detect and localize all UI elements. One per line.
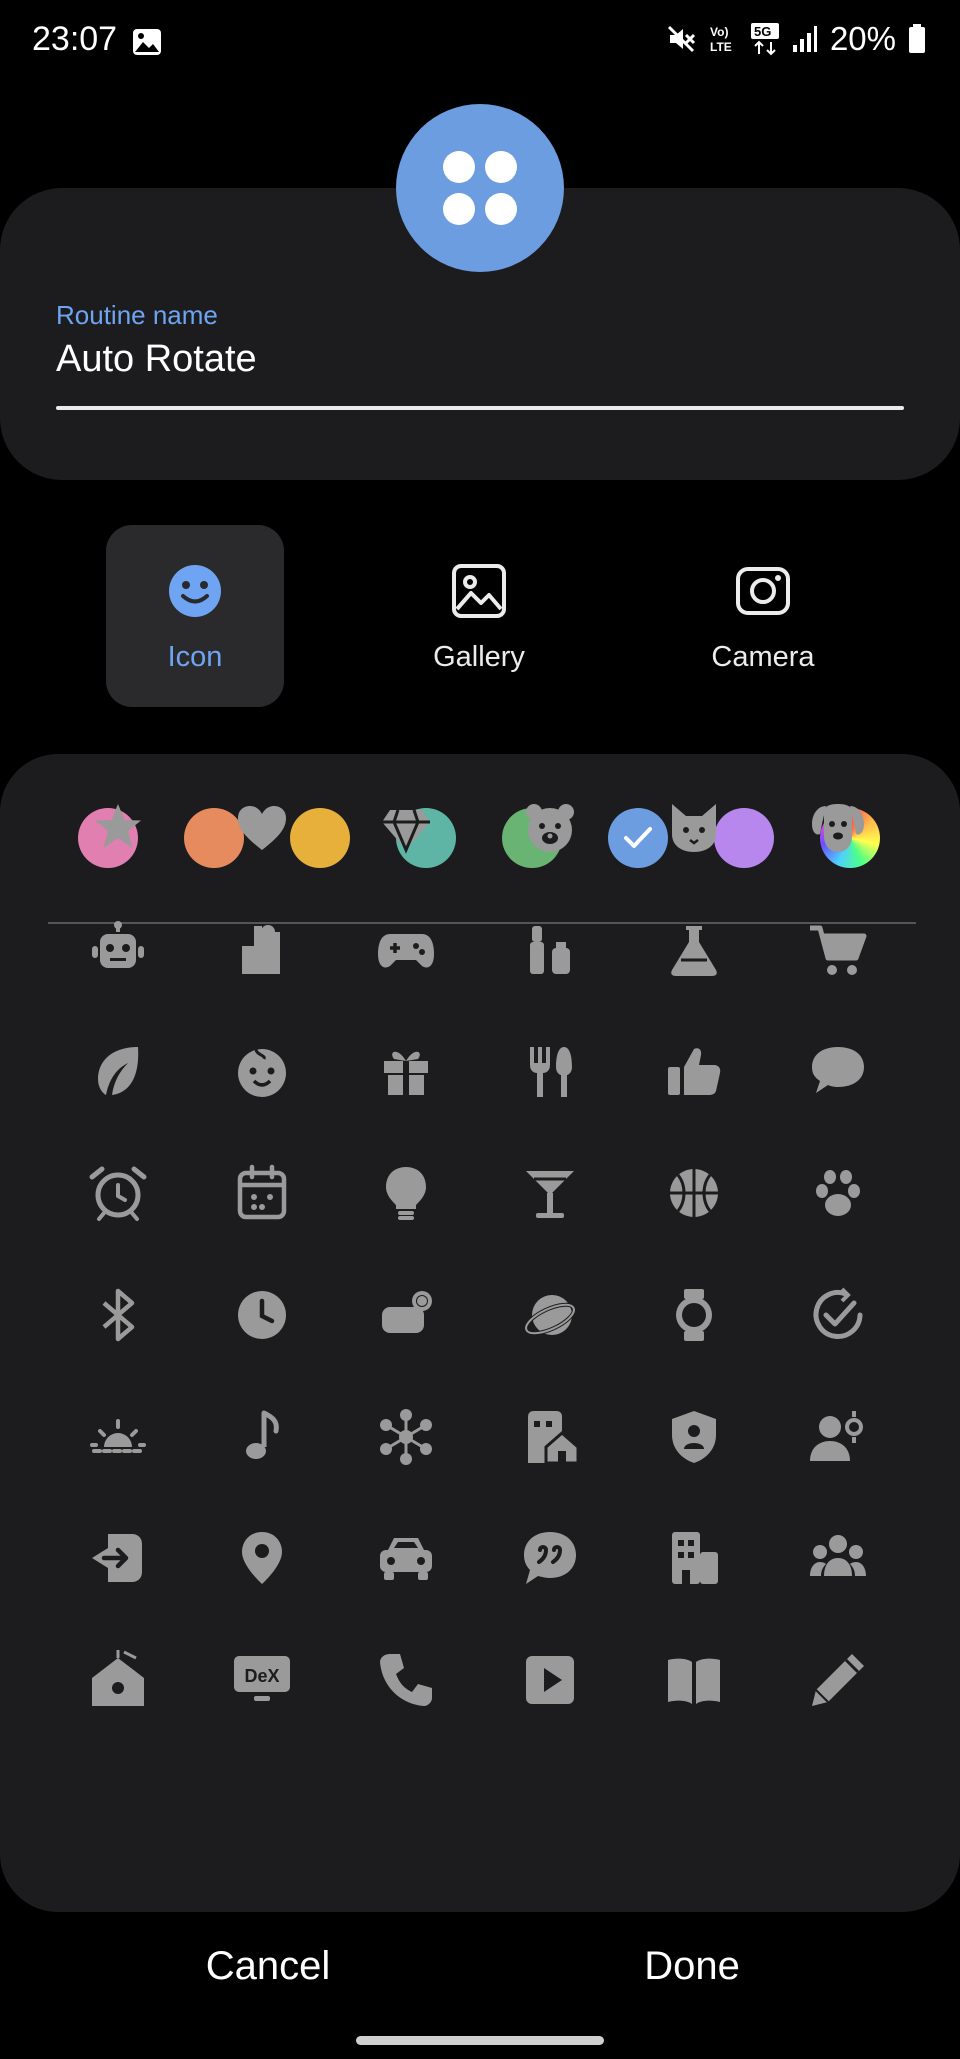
cosmetics-icon[interactable] — [520, 920, 580, 980]
routine-icon-dot — [485, 193, 517, 225]
exit-arrow-icon[interactable] — [88, 1528, 148, 1588]
star-icon[interactable] — [88, 798, 148, 858]
battery-percent: 20% — [829, 20, 896, 57]
routine-icon-preview[interactable] — [396, 104, 564, 272]
chat-bubble-icon[interactable] — [808, 1041, 868, 1101]
leaf-icon[interactable] — [88, 1041, 148, 1101]
color-swatch[interactable] — [608, 808, 668, 868]
dex-icon[interactable]: DeX — [232, 1650, 292, 1710]
cat-icon[interactable] — [664, 798, 724, 858]
planet-icon[interactable] — [520, 1285, 580, 1345]
signal-icon — [792, 26, 817, 52]
icon-picker-panel: DeX — [0, 754, 960, 1912]
puzzle-icon[interactable] — [232, 920, 292, 980]
home-bell-icon[interactable] — [88, 1649, 148, 1710]
person-settings-icon[interactable] — [808, 1407, 868, 1467]
routine-icon-dot — [443, 151, 475, 183]
pencil-icon[interactable] — [808, 1650, 868, 1710]
robot-icon[interactable] — [88, 920, 148, 980]
gallery-notification-icon — [133, 29, 161, 55]
svg-text:DeX: DeX — [244, 1666, 279, 1686]
routine-icon-dot — [443, 193, 475, 225]
fork-knife-icon[interactable] — [520, 1041, 580, 1101]
clock-icon[interactable] — [232, 1285, 292, 1345]
routine-name-label: Routine name — [56, 300, 218, 330]
camera-icon — [736, 567, 790, 615]
tab-icon[interactable]: Icon — [106, 525, 284, 707]
status-bar: 23:07 Vo) LTE 5G 20% — [0, 0, 960, 84]
alarm-icon[interactable] — [88, 1163, 148, 1223]
routine-name-underline — [56, 406, 904, 410]
shield-person-icon[interactable] — [664, 1407, 724, 1467]
baby-icon[interactable] — [232, 1041, 292, 1101]
tab-camera[interactable]: Camera — [674, 525, 852, 707]
toggle-icon[interactable] — [376, 1285, 436, 1345]
bluetooth-icon[interactable] — [88, 1285, 148, 1345]
color-swatch[interactable] — [290, 808, 350, 868]
calendar-icon[interactable] — [232, 1163, 292, 1223]
cocktail-icon[interactable] — [520, 1163, 580, 1223]
dog-icon[interactable] — [808, 798, 868, 858]
tab-camera-label: Camera — [711, 641, 815, 673]
heart-icon[interactable] — [232, 798, 292, 858]
music-note-icon[interactable] — [232, 1407, 292, 1467]
paw-icon[interactable] — [808, 1163, 868, 1223]
play-icon[interactable] — [520, 1650, 580, 1710]
lightbulb-icon[interactable] — [376, 1163, 436, 1223]
svg-text:LTE: LTE — [710, 40, 732, 54]
cancel-button[interactable]: Cancel — [118, 1944, 418, 1989]
tab-gallery-label: Gallery — [433, 641, 525, 673]
smiley-icon — [169, 565, 221, 617]
thumbs-up-icon[interactable] — [664, 1041, 724, 1101]
svg-text:Vo): Vo) — [710, 25, 728, 39]
tab-icon-label: Icon — [167, 641, 223, 673]
flask-icon[interactable] — [664, 920, 724, 980]
car-icon[interactable] — [376, 1528, 436, 1588]
tab-gallery[interactable]: Gallery — [390, 525, 568, 707]
network-icon[interactable] — [376, 1407, 436, 1467]
location-pin-icon[interactable] — [232, 1528, 292, 1588]
gallery-icon — [452, 564, 506, 618]
status-time: 23:07 — [32, 20, 118, 58]
routine-name-input[interactable]: Auto Rotate — [56, 338, 904, 381]
sunrise-icon[interactable] — [88, 1407, 148, 1467]
book-icon[interactable] — [664, 1650, 724, 1710]
done-button[interactable]: Done — [542, 1944, 842, 1989]
gamepad-icon[interactable] — [376, 920, 436, 980]
phone-icon[interactable] — [376, 1650, 436, 1710]
battery-icon — [909, 24, 925, 53]
svg-text:5G: 5G — [754, 24, 771, 39]
check-icon — [624, 827, 652, 848]
cart-icon[interactable] — [808, 920, 868, 980]
task-check-icon[interactable] — [808, 1285, 868, 1345]
home-indicator[interactable] — [356, 2036, 604, 2045]
bear-icon[interactable] — [520, 798, 580, 858]
diamond-icon[interactable] — [376, 798, 436, 858]
gift-icon[interactable] — [376, 1041, 436, 1101]
quote-bubble-icon[interactable] — [520, 1528, 580, 1588]
office-building-icon[interactable] — [664, 1528, 724, 1588]
home-building-icon[interactable] — [520, 1407, 580, 1467]
divider — [48, 922, 916, 924]
5g-icon: 5G — [750, 23, 779, 56]
watch-icon[interactable] — [664, 1285, 724, 1345]
basketball-icon[interactable] — [664, 1163, 724, 1223]
mute-icon — [667, 25, 695, 53]
volte-icon: Vo) LTE — [710, 25, 732, 54]
group-icon[interactable] — [808, 1528, 868, 1588]
routine-icon-dot — [485, 151, 517, 183]
